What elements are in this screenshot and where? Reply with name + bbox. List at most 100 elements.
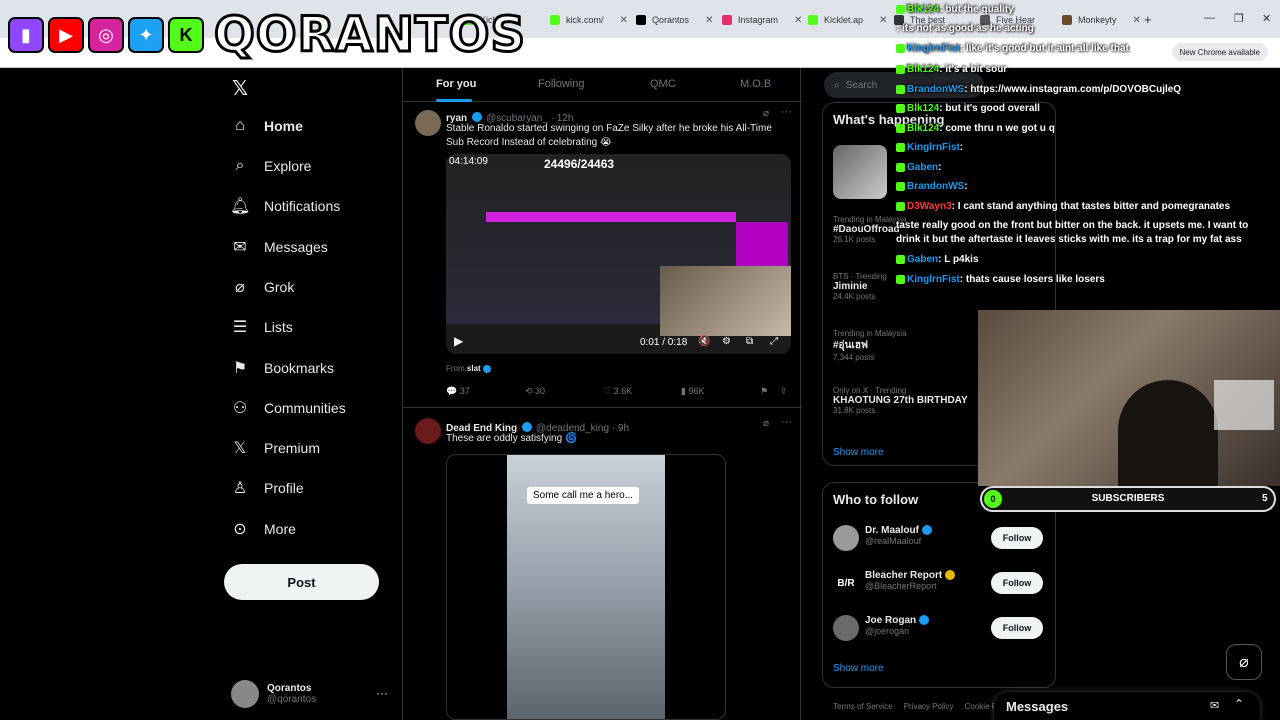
views-button[interactable]: ▮ 96K — [681, 386, 704, 397]
kick-badge-icon — [896, 162, 905, 172]
tab-mob[interactable]: M.O.B — [740, 78, 771, 90]
avatar[interactable] — [415, 418, 441, 444]
tweet[interactable]: ryan @scubaryan_ · 12h ⌀ ··· Stable Rona… — [403, 102, 802, 408]
chat-message: BrandonWS: — [896, 181, 968, 192]
sidebar-item-notifications[interactable]: 🔔︎ Notifications — [230, 190, 340, 222]
more-dots-icon[interactable]: ··· — [781, 106, 792, 118]
play-icon[interactable]: ▶ — [454, 334, 463, 348]
who-to-follow-panel: Who to follow Dr. Maalouf @realMaalouf F… — [822, 482, 1056, 688]
sidebar-item-lists[interactable]: ☰ Lists — [230, 311, 293, 343]
tweet-video[interactable]: Some call me a hero... — [446, 454, 726, 720]
video-source[interactable]: From slat — [446, 364, 491, 373]
show-more-link[interactable]: Show more — [833, 447, 884, 458]
browser-tab[interactable]: Kicklet.ap ✕ — [808, 8, 887, 32]
grok-floating-button[interactable]: ⌀ — [1226, 644, 1262, 680]
kick-badge-icon — [896, 274, 905, 284]
trend-item[interactable]: Only on X · Trending KHAOTUNG 27th BIRTH… — [833, 386, 968, 415]
follow-suggestion[interactable]: Dr. Maalouf @realMaalouf — [865, 525, 932, 546]
follow-button[interactable]: Follow — [991, 527, 1043, 549]
sidebar-item-grok[interactable]: ⌀ Grok — [230, 271, 294, 303]
grok-icon[interactable]: ⌀ — [763, 108, 769, 119]
tab-following[interactable]: Following — [538, 78, 584, 90]
bookmark-icon[interactable]: ⚑ — [760, 386, 768, 397]
chat-text: : — [964, 181, 968, 192]
fullscreen-icon[interactable]: ⤢ — [770, 336, 778, 347]
sidebar-item-more[interactable]: ⊙ More — [230, 513, 296, 545]
chat-username: Gaben — [907, 254, 939, 265]
sidebar-item-home[interactable]: ⌂ Home — [230, 110, 303, 142]
follow-button[interactable]: Follow — [991, 617, 1043, 639]
close-tab-icon[interactable]: ✕ — [879, 15, 887, 26]
close-tab-icon[interactable]: ✕ — [1133, 15, 1141, 26]
new-chrome-available-button[interactable]: New Chrome available — [1171, 43, 1268, 61]
mute-icon[interactable]: 🔇 — [698, 336, 710, 347]
show-more-link[interactable]: Show more — [833, 663, 884, 674]
trend-item[interactable]: BTS · Trending Jiminie 24.4K posts — [833, 272, 887, 301]
sidebar-item-bookmarks[interactable]: ⚑ Bookmarks — [230, 352, 334, 384]
tweet[interactable]: Dead End King @deadend_king · 9h ⌀ ··· T… — [403, 408, 802, 720]
avatar[interactable] — [833, 615, 859, 641]
footer-link[interactable]: Cookie P — [965, 702, 997, 711]
close-tab-icon[interactable]: ✕ — [705, 15, 713, 26]
home-icon: ⌂ — [235, 117, 245, 134]
compose-message-icon[interactable]: ✉ — [1210, 699, 1219, 712]
post-button[interactable]: Post — [224, 564, 379, 600]
x-logo-icon[interactable]: 𝕏 — [232, 76, 248, 101]
settings-gear-icon[interactable]: ⚙ — [722, 336, 731, 347]
browser-tab[interactable]: kick.com/✕ — [550, 8, 628, 32]
verified-badge-icon — [921, 525, 932, 536]
avatar[interactable] — [415, 110, 441, 136]
maximize-icon[interactable]: ❐ — [1234, 12, 1244, 25]
sidebar-item-communities[interactable]: ⚇ Communities — [230, 392, 346, 424]
picture-in-picture-icon[interactable]: ⧉ — [746, 336, 753, 347]
sidebar-item-label: Explore — [264, 158, 312, 174]
twitter-bird-icon: ✦ — [128, 17, 164, 53]
follow-suggestion[interactable]: Joe Rogan @joerogan — [865, 615, 929, 636]
follow-button[interactable]: Follow — [991, 572, 1043, 594]
close-tab-icon[interactable]: ✕ — [794, 15, 802, 26]
footer-link[interactable]: Privacy Policy — [904, 702, 954, 711]
kick-badge-icon — [896, 254, 905, 264]
chat-text: : https://www.instagram.com/p/DOVOBCujle… — [964, 84, 1182, 95]
browser-tab[interactable]: Qorantos ✕ — [636, 8, 713, 32]
footer-link[interactable]: Terms of Service — [833, 702, 893, 711]
account-switcher[interactable]: Qorantos @qorantos — [231, 680, 316, 708]
reply-button[interactable]: 💬 37 — [446, 386, 470, 397]
chat-text: : I cant stand anything that tastes bitt… — [951, 201, 1231, 212]
chat-text: drink it but the aftertaste it leaves st… — [896, 234, 1242, 245]
minimize-icon[interactable]: — — [1204, 12, 1215, 24]
sidebar-item-explore[interactable]: ⌕ Explore — [230, 150, 312, 182]
chat-message: D3Wayn3: I cant stand anything that tast… — [896, 201, 1230, 212]
more-dots-icon[interactable]: ··· — [781, 416, 792, 428]
new-tab-icon[interactable]: + — [1144, 12, 1152, 27]
messages-drawer[interactable]: Messages ✉ ⌃ — [994, 692, 1260, 720]
towel — [1214, 380, 1274, 430]
sidebar-item-profile[interactable]: ♙ Profile — [230, 472, 304, 504]
grok-icon[interactable]: ⌀ — [763, 418, 769, 429]
tab-qmc[interactable]: QMC — [650, 78, 676, 90]
close-window-icon[interactable]: ✕ — [1262, 12, 1271, 25]
chat-message: Gaben: — [896, 162, 941, 173]
sidebar-item-label: Lists — [264, 319, 293, 335]
tab-for-you[interactable]: For you — [436, 78, 476, 90]
avatar[interactable]: B/R — [833, 570, 859, 596]
avatar[interactable] — [833, 525, 859, 551]
chat-username: D3Wayn3 — [907, 201, 952, 212]
browser-tab[interactable]: Instagram ✕ — [722, 8, 802, 32]
video-inset-people — [660, 266, 791, 336]
streamer-name: QORANTOS — [212, 6, 527, 65]
sidebar-item-messages[interactable]: ✉ Messages — [230, 231, 328, 263]
tweet-video[interactable]: 04:14:09 24496/24463 ▶ 0:01 / 0:18 🔇 ⚙ ⧉… — [446, 154, 791, 354]
repost-button[interactable]: ⟲ 30 — [525, 386, 545, 397]
browser-tab[interactable]: Monkeyty ✕ — [1062, 8, 1141, 32]
more-dots-icon[interactable]: ··· — [376, 686, 388, 700]
expand-chevron-icon[interactable]: ⌃ — [1234, 697, 1244, 711]
news-thumbnail[interactable] — [833, 145, 887, 199]
follow-suggestion[interactable]: Bleacher Report @BleacherReport — [865, 570, 956, 591]
trend-item[interactable]: Trending in Malaysia #อุ่นเฮฟ 7,344 post… — [833, 329, 907, 362]
like-button[interactable]: ♡ 3.6K — [603, 386, 632, 397]
close-tab-icon[interactable]: ✕ — [620, 15, 628, 26]
share-icon[interactable]: ⇪ — [780, 386, 788, 397]
sidebar-item-premium[interactable]: 𝕏 Premium — [230, 432, 320, 464]
x-icon: 𝕏 — [233, 440, 247, 457]
